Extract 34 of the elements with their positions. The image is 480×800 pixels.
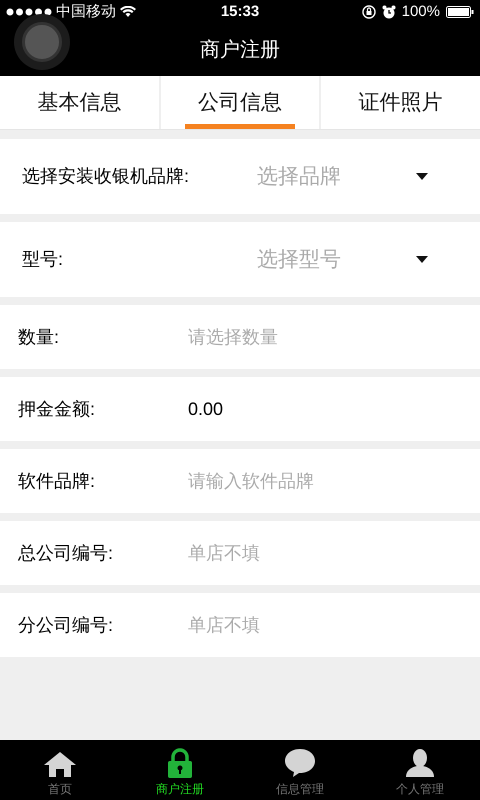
field-label: 押金金额: bbox=[18, 398, 96, 420]
input-field[interactable]: 请选择数量 bbox=[188, 324, 460, 350]
field-label: 软件品牌: bbox=[18, 470, 96, 492]
alarm-icon bbox=[382, 5, 396, 19]
tab[interactable]: 公司信息 bbox=[158, 76, 320, 129]
nav-tab[interactable]: 个人管理 bbox=[360, 740, 480, 800]
tab[interactable]: 基本信息 bbox=[0, 76, 159, 129]
input-field[interactable]: 单店不填 bbox=[188, 540, 460, 566]
nav-tab[interactable]: 首页 bbox=[0, 740, 120, 800]
dropdown-caret-icon bbox=[416, 256, 428, 263]
input-field[interactable]: 0.00 bbox=[188, 396, 460, 422]
battery-percent: 100% bbox=[402, 2, 440, 22]
field-label: 分公司编号: bbox=[18, 614, 114, 636]
dropdown-caret-icon bbox=[416, 173, 428, 180]
tab[interactable]: 证件照片 bbox=[319, 76, 480, 129]
nav-tab[interactable]: 商户注册 bbox=[120, 740, 240, 800]
field-label: 选择安装收银机品牌: bbox=[22, 165, 190, 188]
wifi-icon bbox=[120, 6, 136, 18]
signal-icon bbox=[6, 8, 52, 16]
field-label: 数量: bbox=[18, 326, 60, 348]
battery-icon bbox=[446, 6, 474, 18]
field-label: 型号: bbox=[22, 248, 64, 271]
speech-bubble-icon bbox=[284, 748, 316, 778]
rotation-lock-icon bbox=[362, 5, 376, 19]
input-field[interactable]: 请输入软件品牌 bbox=[188, 468, 460, 494]
page-title: 商户注册 bbox=[200, 38, 280, 63]
home-icon bbox=[43, 750, 77, 778]
carrier-text: 中国移动 bbox=[56, 2, 116, 22]
user-icon bbox=[405, 748, 435, 778]
input-field[interactable]: 单店不填 bbox=[188, 612, 460, 638]
lock-icon bbox=[167, 748, 193, 778]
field-label: 总公司编号: bbox=[18, 542, 114, 564]
nav-tab[interactable]: 信息管理 bbox=[240, 740, 360, 800]
clock-text: 15:33 bbox=[220, 2, 260, 22]
